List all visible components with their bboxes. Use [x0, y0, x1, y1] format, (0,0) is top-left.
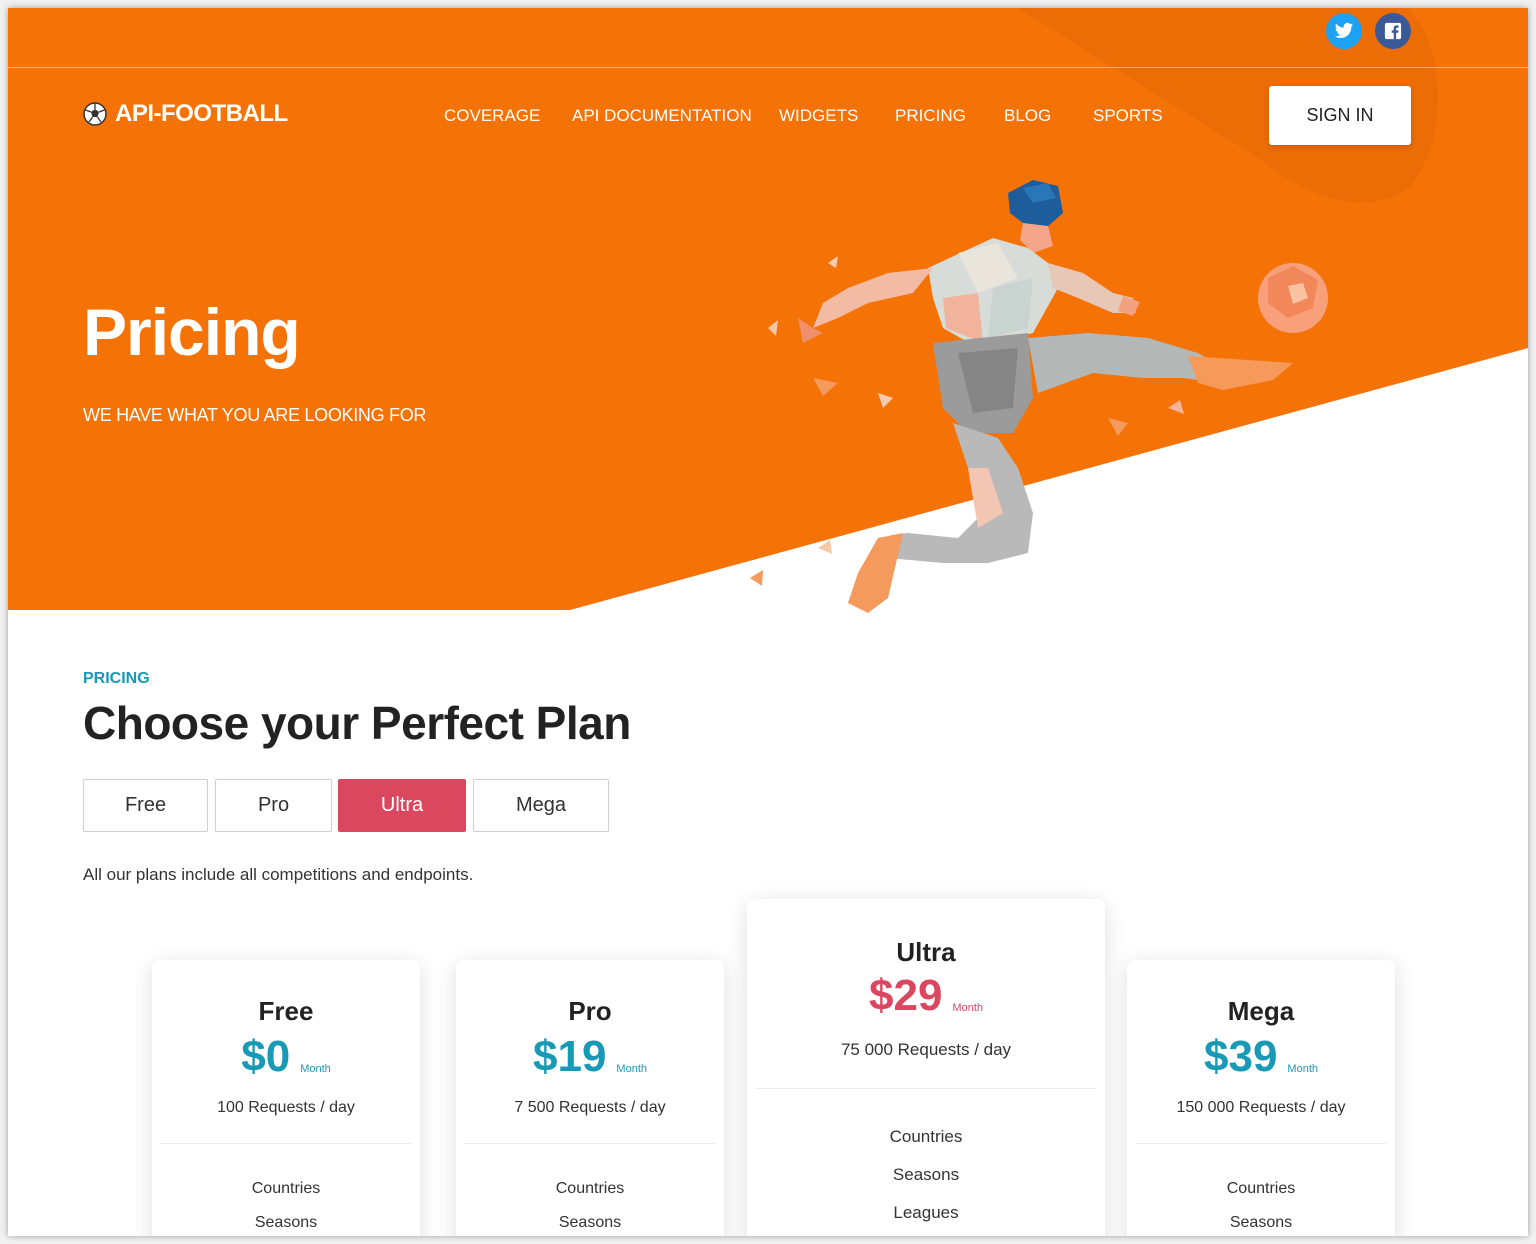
plan-period: Month: [616, 1063, 647, 1075]
plan-requests: 150 000 Requests / day: [1176, 1099, 1346, 1116]
plan-feature: Leagues: [893, 1203, 959, 1222]
tab-pro[interactable]: Pro: [215, 779, 332, 832]
plan-divider: [161, 1143, 411, 1144]
plan-feature: Countries: [1226, 1180, 1296, 1197]
plan-feature: Countries: [555, 1180, 625, 1197]
plan-name: Ultra: [896, 937, 956, 967]
plan-requests: 7 500 Requests / day: [514, 1099, 666, 1116]
plan-price: $0: [241, 1032, 291, 1081]
sign-in-button[interactable]: SIGN IN: [1269, 86, 1411, 145]
plan-name: Free: [258, 996, 314, 1026]
plan-card-mega: Mega $39 Month 150 000 Requests / day Co…: [1127, 960, 1395, 1236]
nav-api-documentation[interactable]: API DOCUMENTATION: [572, 106, 752, 126]
plan-feature: Seasons: [892, 1165, 960, 1184]
hero-subtitle: WE HAVE WHAT YOU ARE LOOKING FOR: [83, 405, 427, 425]
plan-card-pro: Pro $19 Month 7 500 Requests / day Count…: [456, 960, 724, 1236]
plan-feature: Seasons: [254, 1214, 318, 1231]
browser-viewport: API-FOOTBALL COVERAGE API DOCUMENTATION …: [8, 8, 1528, 1236]
tab-free[interactable]: Free: [83, 779, 208, 832]
plan-divider: [465, 1143, 715, 1144]
plan-name: Pro: [568, 996, 612, 1026]
plan-name: Mega: [1227, 996, 1295, 1026]
brand-name: API-FOOTBALL: [115, 100, 288, 127]
nav-blog[interactable]: BLOG: [1004, 106, 1051, 126]
plans-note: All our plans include all competitions a…: [83, 865, 474, 884]
plan-divider: [756, 1088, 1096, 1089]
nav-coverage[interactable]: COVERAGE: [444, 106, 540, 126]
football-icon: [83, 102, 107, 126]
plan-feature: Seasons: [558, 1214, 622, 1231]
tab-ultra[interactable]: Ultra: [338, 779, 466, 832]
plan-period: Month: [952, 1002, 983, 1014]
plan-price: $19: [533, 1032, 607, 1081]
plan-requests: 75 000 Requests / day: [840, 1040, 1012, 1059]
nav-pricing[interactable]: PRICING: [895, 106, 966, 126]
plan-price: $39: [1204, 1032, 1278, 1081]
nav-sports[interactable]: SPORTS: [1093, 106, 1163, 126]
plan-feature: Seasons: [1229, 1214, 1293, 1231]
twitter-icon[interactable]: [1326, 13, 1362, 49]
plan-price: $29: [869, 971, 943, 1020]
plan-card-ultra: Ultra $29 Month 75 000 Requests / day Co…: [747, 899, 1105, 1236]
section-eyebrow: PRICING: [83, 670, 150, 687]
topbar-divider: [8, 67, 1528, 68]
hero-title: Pricing: [83, 295, 301, 369]
plan-feature: Countries: [889, 1127, 963, 1146]
football-player-illustration: [750, 180, 1328, 613]
plan-period: Month: [300, 1063, 331, 1075]
plan-card-free: Free $0 Month 100 Requests / day Countri…: [152, 960, 420, 1236]
plan-feature: Countries: [251, 1180, 321, 1197]
plan-period: Month: [1287, 1063, 1318, 1075]
plan-requests: 100 Requests / day: [217, 1099, 355, 1116]
tab-mega[interactable]: Mega: [473, 779, 609, 832]
facebook-icon[interactable]: [1375, 13, 1411, 49]
brand-logo[interactable]: API-FOOTBALL: [83, 100, 288, 128]
plan-divider: [1136, 1143, 1386, 1144]
section-title: Choose your Perfect Plan: [83, 697, 631, 749]
nav-widgets[interactable]: WIDGETS: [779, 106, 858, 126]
